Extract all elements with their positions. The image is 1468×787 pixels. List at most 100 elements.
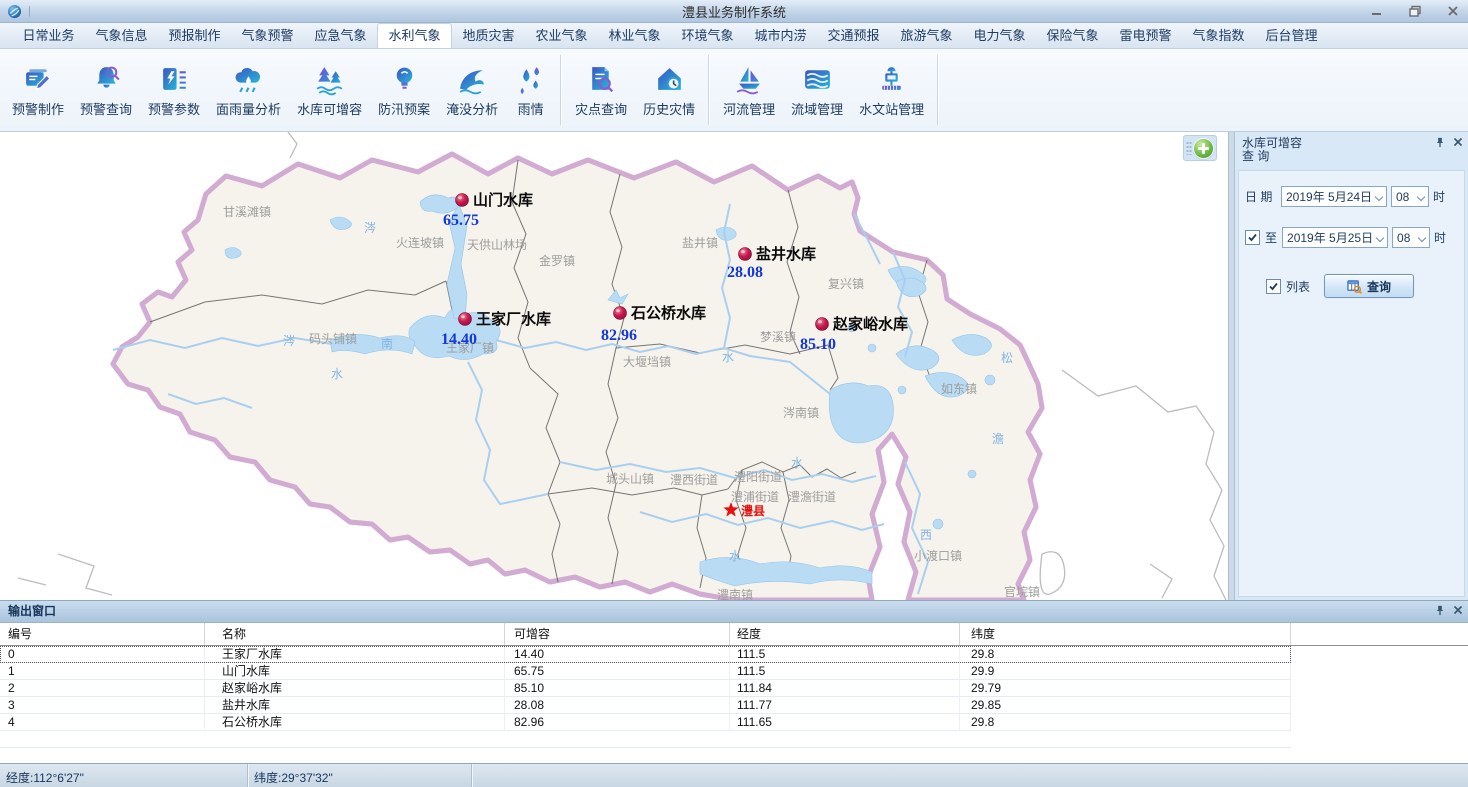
flood-plan-icon	[388, 63, 421, 96]
close-icon[interactable]	[1453, 605, 1463, 616]
table-row[interactable]: 0王家厂水库14.40111.529.8	[0, 646, 1291, 663]
chevron-down-icon	[1418, 234, 1426, 242]
marker-dot-icon	[614, 307, 627, 320]
town-label: 天供山林场	[467, 238, 527, 252]
toolbar-river-manage[interactable]: 河流管理	[715, 63, 783, 118]
marker-highlight	[741, 250, 745, 253]
reservoir-name: 王家厂水库	[476, 310, 551, 328]
town-label: 小渡口镇	[914, 548, 962, 563]
toolbar-rain-analysis[interactable]: 面雨量分析	[208, 63, 289, 118]
menu-item-0[interactable]: 日常业务	[12, 23, 85, 48]
column-header[interactable]: 纬度	[960, 623, 1291, 645]
submerge-analysis-icon	[456, 63, 489, 96]
menu-item-17[interactable]: 后台管理	[1255, 23, 1328, 48]
close-icon[interactable]	[1446, 5, 1460, 17]
toolbar-warn-params[interactable]: 预警参数	[140, 63, 208, 118]
reservoir-name: 盐井水库	[756, 245, 816, 263]
menu-item-7[interactable]: 农业气象	[525, 23, 598, 48]
toolbar: 预警制作预警查询预警参数面雨量分析水库可增容防汛预案淹没分析雨情灾点查询历史灾情…	[0, 49, 1468, 132]
hour-suffix: 时	[1433, 188, 1445, 205]
query-button[interactable]: 查询	[1324, 274, 1414, 298]
river-label: 涔	[283, 334, 295, 348]
menu-item-11[interactable]: 交通预报	[817, 23, 890, 48]
basin-manage-icon	[801, 63, 834, 96]
panel-splitter[interactable]	[1228, 132, 1235, 600]
green-plus-icon[interactable]	[1194, 139, 1213, 158]
menu-item-9[interactable]: 环境气象	[671, 23, 744, 48]
menu-item-8[interactable]: 林业气象	[598, 23, 671, 48]
toolbar-basin-manage[interactable]: 流域管理	[783, 63, 851, 118]
toolbar-warn-make[interactable]: 预警制作	[4, 63, 72, 118]
menu-item-1[interactable]: 气象信息	[85, 23, 158, 48]
menu-item-5[interactable]: 水利气象	[377, 23, 452, 48]
output-window-title: 输出窗口	[8, 604, 56, 618]
warn-make-icon	[22, 63, 55, 96]
menu-item-6[interactable]: 地质灾害	[452, 23, 525, 48]
menu-item-4[interactable]: 应急气象	[304, 23, 377, 48]
marker-highlight	[458, 196, 462, 199]
hour-from-select[interactable]: 08	[1391, 186, 1429, 207]
menu-bar: 日常业务气象信息预报制作气象预警应急气象水利气象地质灾害农业气象林业气象环境气象…	[0, 23, 1468, 49]
reservoir-capacity-icon	[313, 63, 346, 96]
town-label: 涔南镇	[783, 405, 819, 420]
town-label: 澧澹街道	[788, 490, 836, 504]
column-header[interactable]: 编号	[0, 623, 205, 645]
hour-to-select[interactable]: 08	[1392, 227, 1430, 248]
hour-suffix: 时	[1434, 229, 1446, 246]
menu-item-10[interactable]: 城市内涝	[744, 23, 817, 48]
river-label: 南	[381, 336, 393, 351]
table-row[interactable]: 2赵家峪水库85.10111.8429.79	[0, 680, 1291, 697]
toolbar-reservoir-capacity[interactable]: 水库可增容	[289, 63, 370, 118]
toolbar-label: 预警参数	[148, 99, 200, 118]
column-header[interactable]: 经度	[730, 623, 960, 645]
table-cell: 111.5	[730, 663, 960, 679]
menu-item-3[interactable]: 气象预警	[231, 23, 304, 48]
warn-params-icon	[158, 63, 191, 96]
toolbar-label: 水文站管理	[859, 99, 924, 118]
map-area[interactable]: 甘溪滩镇火连坡镇天供山林场金罗镇盐井镇复兴镇码头铺镇王家厂镇梦溪镇大堰垱镇涔南镇…	[0, 132, 1228, 600]
menu-item-15[interactable]: 雷电预警	[1109, 23, 1182, 48]
table-row[interactable]: 3盐井水库28.08111.7729.85	[0, 697, 1291, 714]
table-row[interactable]: 1山门水库65.75111.529.9	[0, 663, 1291, 680]
toolbar-hydro-station[interactable]: 水文站管理	[851, 63, 932, 118]
river-label: 水	[729, 549, 741, 563]
toolbar-rain-info[interactable]: 雨情	[506, 63, 555, 118]
restore-icon[interactable]	[1408, 5, 1422, 17]
reservoir-value: 65.75	[443, 212, 479, 229]
table-cell: 14.40	[505, 646, 730, 662]
reservoir-name: 石公桥水库	[630, 304, 706, 322]
reservoir-query-panel: 水库可增容 查 询 日 期 2019年 5月24日 08	[1235, 132, 1468, 600]
pin-icon[interactable]	[1435, 605, 1445, 616]
toolbar-disaster-history[interactable]: 历史灾情	[635, 63, 703, 118]
rain-info-icon	[514, 63, 547, 96]
table-cell: 111.77	[730, 697, 960, 713]
menu-item-13[interactable]: 电力气象	[963, 23, 1036, 48]
town-label: 城头山镇	[606, 472, 654, 486]
toolbar-submerge-analysis[interactable]: 淹没分析	[438, 63, 506, 118]
close-icon[interactable]	[1453, 137, 1463, 148]
map-toolbar-chip	[1183, 135, 1217, 161]
menu-item-12[interactable]: 旅游气象	[890, 23, 963, 48]
table-row[interactable]: 4石公桥水库82.96111.6529.8	[0, 714, 1291, 731]
toolbar-label: 历史灾情	[643, 99, 695, 118]
status-filler	[472, 764, 1468, 787]
reservoir-value: 28.08	[727, 264, 763, 281]
pin-icon[interactable]	[1435, 137, 1445, 148]
menu-item-2[interactable]: 预报制作	[158, 23, 231, 48]
toolbar-label: 防汛预案	[378, 99, 430, 118]
column-header[interactable]: 名称	[205, 623, 505, 645]
to-checkbox[interactable]	[1245, 230, 1260, 245]
menu-item-16[interactable]: 气象指数	[1182, 23, 1255, 48]
date-from-select[interactable]: 2019年 5月24日	[1281, 186, 1387, 207]
date-to-select[interactable]: 2019年 5月25日	[1282, 227, 1388, 248]
column-header[interactable]: 可增容	[505, 623, 730, 645]
list-checkbox[interactable]	[1266, 279, 1281, 294]
toolbar-warn-query[interactable]: 预警查询	[72, 63, 140, 118]
marker-highlight	[616, 309, 620, 312]
toolbar-disaster-query[interactable]: 灾点查询	[567, 63, 635, 118]
minimize-icon[interactable]	[1370, 5, 1384, 17]
toolbar-flood-plan[interactable]: 防汛预案	[370, 63, 438, 118]
town-label: 火连坡镇	[396, 235, 444, 250]
drag-handle-icon[interactable]	[1186, 141, 1192, 155]
menu-item-14[interactable]: 保险气象	[1036, 23, 1109, 48]
